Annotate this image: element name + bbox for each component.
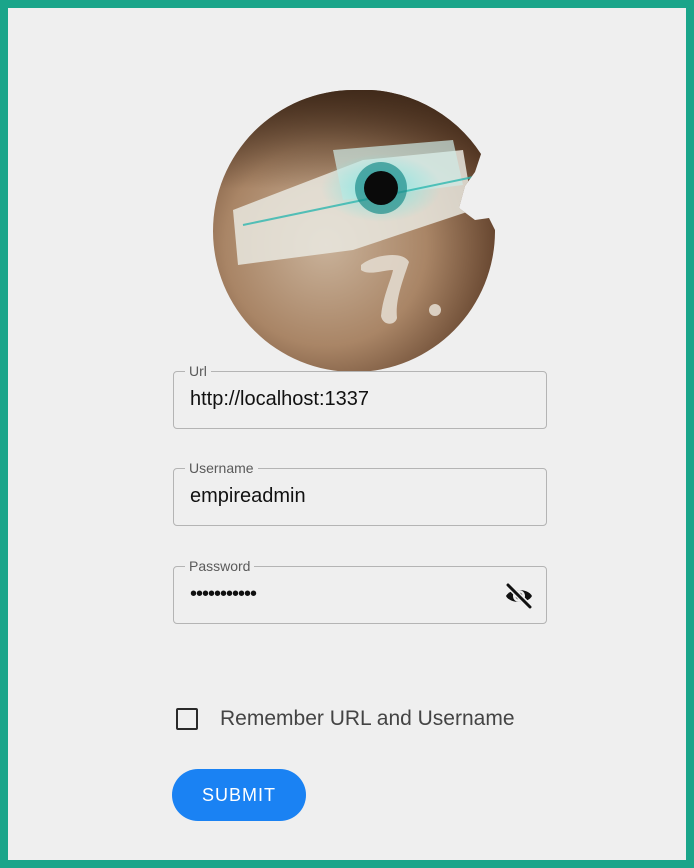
login-frame: Url http://localhost:1337 Username empir… xyxy=(0,0,694,868)
remember-label[interactable]: Remember URL and Username xyxy=(220,707,515,731)
toggle-password-visibility-button[interactable] xyxy=(504,581,534,611)
remember-checkbox[interactable] xyxy=(176,708,198,730)
url-field-value[interactable]: http://localhost:1337 xyxy=(190,386,369,412)
url-field[interactable]: Url http://localhost:1337 xyxy=(173,362,547,429)
password-field-value[interactable]: ••••••••••• xyxy=(190,581,257,607)
url-field-label: Url xyxy=(185,362,211,380)
remember-row[interactable]: Remember URL and Username xyxy=(176,704,515,734)
empire-logo-icon xyxy=(213,90,495,372)
username-field-label: Username xyxy=(185,459,258,477)
eye-slash-icon xyxy=(505,582,533,610)
password-field[interactable]: Password ••••••••••• xyxy=(173,557,547,624)
submit-button[interactable]: SUBMIT xyxy=(172,769,306,821)
username-field-value[interactable]: empireadmin xyxy=(190,483,306,509)
password-field-label: Password xyxy=(185,557,255,575)
username-field[interactable]: Username empireadmin xyxy=(173,459,547,526)
